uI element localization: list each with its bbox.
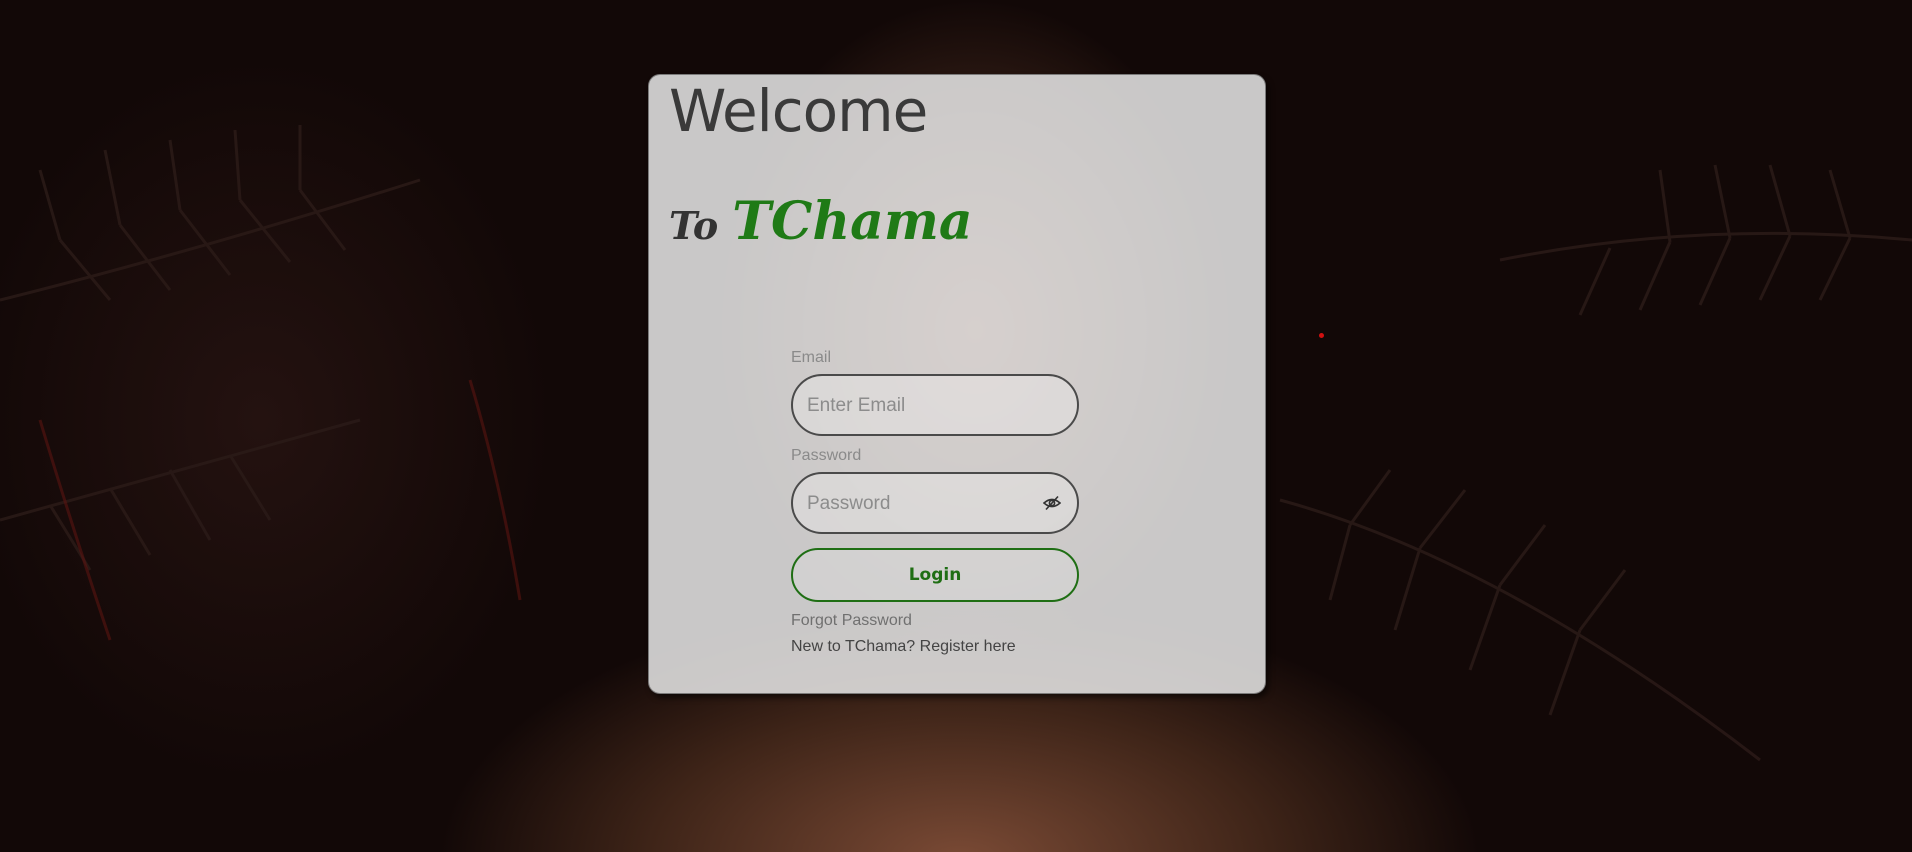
password-label: Password [791,447,862,464]
login-button[interactable]: Login [791,548,1079,602]
register-link[interactable]: New to TChama? Register here [791,638,1079,656]
brand-heading: To TChama [669,191,973,252]
eye-slash-icon[interactable] [1043,495,1061,511]
login-card: Welcome To TChama Email Password Login Fo… [648,74,1266,694]
email-label: Email [791,349,832,366]
welcome-heading: Welcome [669,77,928,145]
password-input[interactable] [805,474,1039,534]
email-field-wrapper [791,374,1079,436]
login-form: Email Password Login Forgot Password New… [791,349,1079,656]
brand-name: TChama [732,191,973,252]
to-word: To [669,203,719,248]
password-field-wrapper [791,472,1079,534]
email-input[interactable] [805,376,1039,436]
forgot-password-link[interactable]: Forgot Password [791,612,1079,630]
red-dot [1319,333,1324,338]
